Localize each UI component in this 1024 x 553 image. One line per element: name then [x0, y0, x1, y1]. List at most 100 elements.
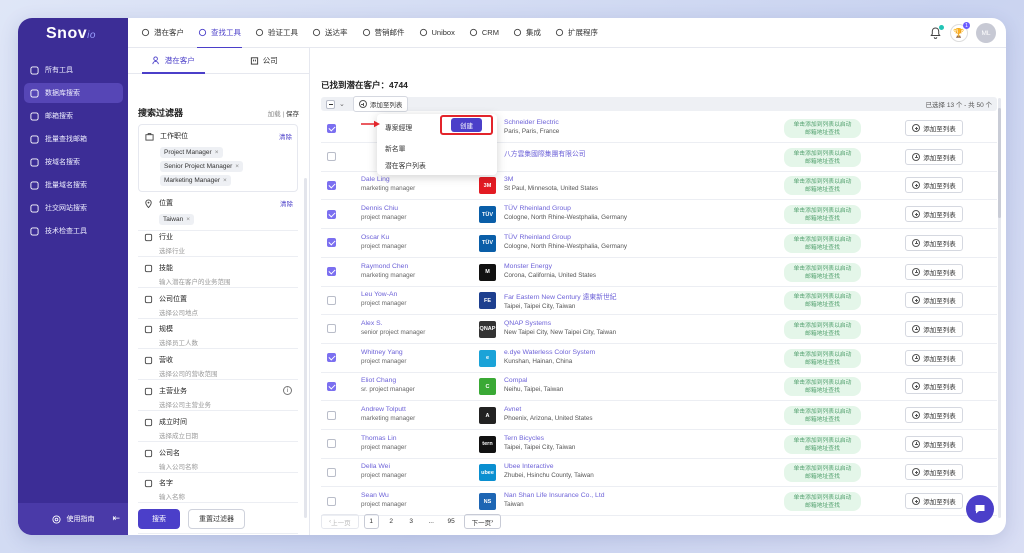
- filter-company[interactable]: 公司名 输入公司名称: [138, 442, 298, 473]
- lead-name[interactable]: Thomas Lin: [361, 435, 407, 442]
- company-name[interactable]: Nan Shan Life Insurance Co., Ltd: [504, 492, 605, 499]
- lead-name[interactable]: Dale Ling: [361, 176, 415, 183]
- info-icon[interactable]: i: [283, 386, 292, 395]
- row-checkbox[interactable]: [327, 295, 336, 305]
- row-add-to-list-button[interactable]: 添加至列表: [905, 120, 963, 136]
- row-checkbox[interactable]: [327, 123, 336, 133]
- search-button[interactable]: 搜索: [138, 509, 180, 529]
- lead-name[interactable]: Whitney Yang: [361, 349, 407, 356]
- nav-crm[interactable]: CRM: [462, 18, 506, 48]
- company-name[interactable]: Tern Bicycles: [504, 435, 575, 442]
- collapse-sidebar-icon[interactable]: ⇤: [112, 513, 120, 524]
- row-checkbox[interactable]: [327, 152, 336, 162]
- lead-name[interactable]: Andrew Tolputt: [361, 406, 415, 413]
- reset-filters-button[interactable]: 重置过滤器: [188, 509, 245, 529]
- nav-search[interactable]: 查找工具: [191, 18, 248, 49]
- clear-location-button[interactable]: 清除: [280, 198, 293, 208]
- company-name[interactable]: QNAP Systems: [504, 320, 616, 327]
- row-checkbox[interactable]: [327, 353, 336, 363]
- page-3[interactable]: 3: [404, 514, 419, 529]
- select-dropdown-icon[interactable]: ⌄: [339, 100, 345, 108]
- job-chip[interactable]: Senior Project Manager ×: [160, 161, 244, 172]
- nav-people[interactable]: 潜在客户: [134, 18, 191, 48]
- filter-flag[interactable]: 成立时间 选择成立日期: [138, 411, 298, 442]
- nav-puzzle[interactable]: 扩展程序: [548, 18, 605, 48]
- nav-send[interactable]: 送达率: [305, 18, 355, 48]
- clear-job-title-button[interactable]: 清除: [279, 131, 292, 141]
- row-add-to-list-button[interactable]: 添加至列表: [905, 148, 963, 165]
- tab-companies[interactable]: 公司: [219, 48, 310, 73]
- row-checkbox[interactable]: [327, 324, 336, 334]
- company-name[interactable]: 八方雲集國際集團有限公司: [504, 148, 586, 158]
- user-guide-button[interactable]: 使用指南 ⇤: [18, 503, 128, 535]
- row-add-to-list-button[interactable]: 添加至列表: [905, 349, 963, 366]
- sidebar-item-1[interactable]: 所有工具: [24, 60, 123, 80]
- sidebar-item-8[interactable]: 技术检查工具: [24, 221, 123, 241]
- remove-chip-icon[interactable]: ×: [223, 177, 227, 184]
- company-name[interactable]: TÜV Rheinland Group: [504, 205, 627, 212]
- row-add-to-list-button[interactable]: 添加至列表: [905, 263, 963, 280]
- row-add-to-list-button[interactable]: 添加至列表: [905, 292, 963, 309]
- row-add-to-list-button[interactable]: 添加至列表: [905, 320, 963, 337]
- filters-scrollbar[interactable]: [304, 178, 307, 518]
- remove-chip-icon[interactable]: ×: [235, 163, 239, 170]
- select-all-checkbox[interactable]: [326, 99, 335, 109]
- job-chip[interactable]: Marketing Manager ×: [160, 175, 231, 186]
- company-name[interactable]: 3M: [504, 176, 598, 183]
- row-checkbox[interactable]: [327, 439, 336, 449]
- row-add-to-list-button[interactable]: 添加至列表: [905, 407, 963, 423]
- popup-item-new-list[interactable]: 新名單: [385, 143, 405, 153]
- row-add-to-list-button[interactable]: 添加至列表: [905, 234, 963, 251]
- page-1[interactable]: 1: [363, 514, 379, 529]
- nav-inbox[interactable]: Unibox: [412, 18, 462, 48]
- filter-people-size[interactable]: 规模 选择员工人数: [138, 318, 298, 350]
- sidebar-item-5[interactable]: 按域名搜索: [24, 152, 123, 172]
- add-to-list-dropdown[interactable]: 添加至列表: [352, 96, 409, 112]
- lead-name[interactable]: Alex S.: [361, 320, 425, 327]
- page-95[interactable]: 95: [444, 514, 459, 529]
- remove-chip-icon[interactable]: ×: [215, 149, 219, 156]
- company-name[interactable]: Far Eastern New Century 遠東新世紀: [504, 291, 617, 301]
- sidebar-item-7[interactable]: 社交网站搜索: [24, 198, 123, 218]
- row-add-to-list-button[interactable]: 添加至列表: [905, 177, 963, 194]
- row-add-to-list-button[interactable]: 添加至列表: [905, 464, 963, 481]
- next-page-button[interactable]: 下一页 ›: [463, 514, 502, 529]
- avatar[interactable]: ML: [976, 23, 996, 43]
- row-checkbox[interactable]: [327, 496, 336, 506]
- company-name[interactable]: Ubee Interactive: [504, 463, 594, 470]
- filter-pin[interactable]: 公司位置 选择公司地点: [138, 288, 298, 319]
- location-chip[interactable]: Taiwan ×: [159, 214, 195, 225]
- trophy-icon[interactable]: 🏆 1: [950, 22, 970, 42]
- sidebar-item-4[interactable]: 批量查找邮箱: [24, 129, 123, 149]
- lead-name[interactable]: Sean Wu: [361, 492, 407, 499]
- row-add-to-list-button[interactable]: 添加至列表: [905, 493, 963, 510]
- page-2[interactable]: 2: [384, 514, 399, 529]
- row-add-to-list-button[interactable]: 添加至列表: [905, 378, 963, 395]
- company-name[interactable]: TÜV Rheinland Group: [504, 234, 627, 241]
- job-chip[interactable]: Project Manager ×: [160, 147, 223, 158]
- company-name[interactable]: e.dye Waterless Color System: [504, 349, 595, 356]
- lead-name[interactable]: Dennis Chiu: [361, 205, 407, 212]
- prev-page-button[interactable]: ‹ 上一页: [321, 514, 359, 529]
- row-checkbox[interactable]: [327, 238, 336, 248]
- row-checkbox[interactable]: [327, 467, 336, 477]
- sidebar-item-3[interactable]: 邮箱搜索: [24, 106, 123, 126]
- lead-name[interactable]: Raymond Chen: [361, 263, 415, 270]
- results-scrollbar[interactable]: [998, 98, 1001, 518]
- nav-integration[interactable]: 集成: [506, 18, 548, 48]
- filter-revenue[interactable]: 营收 选择公司的营收范围: [138, 349, 298, 381]
- filter-industry[interactable]: 行业 选择行业: [138, 226, 298, 257]
- row-checkbox[interactable]: [327, 381, 336, 391]
- load-filters-link[interactable]: 加载: [268, 111, 281, 118]
- row-checkbox[interactable]: [327, 180, 336, 190]
- logo[interactable]: Snovio: [46, 25, 96, 43]
- chat-button[interactable]: [966, 495, 994, 523]
- company-name[interactable]: Compal: [504, 377, 563, 384]
- lead-name[interactable]: Oscar Ku: [361, 234, 407, 241]
- tab-leads[interactable]: 潜在客户: [128, 48, 219, 74]
- notification-bell-icon[interactable]: [930, 25, 944, 39]
- new-list-name-input[interactable]: 專案經理: [385, 122, 412, 132]
- row-checkbox[interactable]: [327, 209, 336, 219]
- remove-chip-icon[interactable]: ×: [186, 216, 190, 223]
- nav-mail[interactable]: 营销邮件: [355, 18, 412, 48]
